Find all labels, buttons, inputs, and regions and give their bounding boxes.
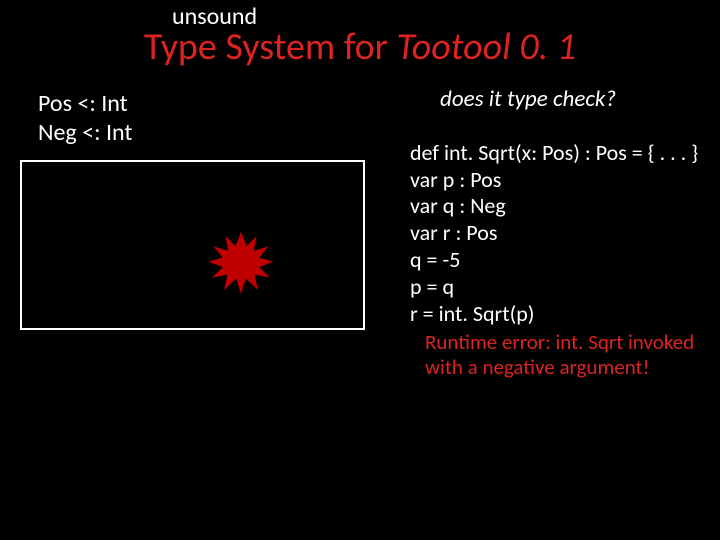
title-italic: Tootool 0. 1 bbox=[397, 24, 577, 70]
figure-box bbox=[20, 160, 365, 330]
runtime-error: Runtime error: int. Sqrt invoked with a … bbox=[425, 330, 720, 380]
code-line-6: p = q bbox=[410, 273, 454, 300]
code-line-4: var r : Pos bbox=[410, 219, 497, 246]
code-line-3: var q : Neg bbox=[410, 192, 506, 219]
error-line-2: with a negative argument! bbox=[425, 355, 720, 380]
typecheck-question: does it type check? bbox=[440, 85, 616, 113]
code-line-7: r = int. Sqrt(p) bbox=[410, 300, 534, 327]
code-line-2: var p : Pos bbox=[410, 166, 501, 193]
code-line-5: q = -5 bbox=[410, 246, 460, 273]
subtype-line-2: Neg <: Int bbox=[38, 119, 132, 148]
code-line-1: def int. Sqrt(x: Pos) : Pos = { . . . } bbox=[410, 139, 698, 166]
subtype-line-1: Pos <: Int bbox=[38, 90, 132, 119]
error-line-1: Runtime error: int. Sqrt invoked bbox=[425, 330, 720, 355]
page-title: Type System for Tootool 0. 1 bbox=[0, 24, 720, 70]
starburst-icon bbox=[202, 228, 280, 298]
title-prefix: Type System for bbox=[144, 24, 397, 70]
subtype-rules: Pos <: Int Neg <: Int bbox=[38, 90, 132, 148]
code-block: def int. Sqrt(x: Pos) : Pos = { . . . } … bbox=[410, 113, 698, 328]
